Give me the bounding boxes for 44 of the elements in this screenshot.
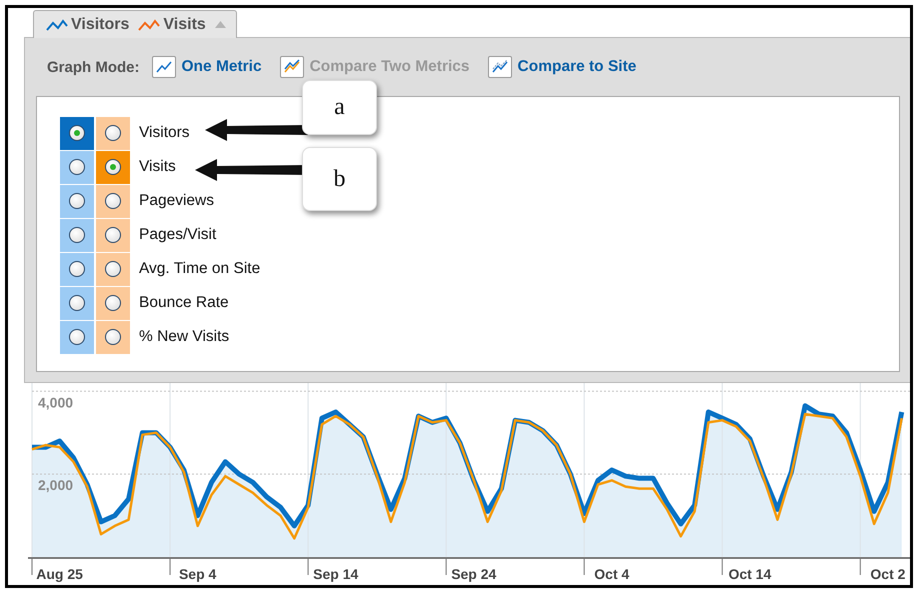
line-chart-icon bbox=[46, 18, 68, 30]
radio-button[interactable] bbox=[105, 227, 121, 243]
graph-mode-link[interactable]: One Metric bbox=[182, 58, 262, 76]
line-chart-icon bbox=[138, 18, 160, 30]
metric-label: Visits bbox=[139, 158, 176, 176]
x-axis-label: Sep 4 bbox=[178, 566, 216, 582]
x-axis-label: Oct 4 bbox=[594, 566, 630, 582]
tab-label: Visits bbox=[163, 16, 206, 34]
graph-mode-label: Graph Mode: bbox=[47, 58, 140, 76]
tab-label: Visitors bbox=[71, 16, 130, 34]
x-axis-label: Sep 24 bbox=[451, 566, 496, 582]
radio-button[interactable] bbox=[69, 295, 85, 311]
radio-button[interactable] bbox=[69, 329, 85, 345]
x-axis-label: Oct 2 bbox=[870, 566, 906, 582]
radio-button[interactable] bbox=[69, 227, 85, 243]
metric-label: % New Visits bbox=[139, 328, 230, 346]
metric-label: Bounce Rate bbox=[139, 294, 229, 312]
radio-button[interactable] bbox=[105, 125, 121, 141]
metric-tab[interactable]: Visitors Visits bbox=[33, 10, 237, 38]
radio-button[interactable] bbox=[69, 193, 85, 209]
x-axis-label: Sep 14 bbox=[313, 566, 358, 582]
metric-label: Avg. Time on Site bbox=[139, 260, 260, 278]
chart-icon[interactable] bbox=[152, 56, 176, 78]
x-axis-label: Aug 25 bbox=[36, 566, 83, 582]
radio-button[interactable] bbox=[69, 125, 85, 141]
radio-button[interactable] bbox=[105, 193, 121, 209]
chart-icon[interactable] bbox=[280, 56, 304, 78]
callout-label: a bbox=[302, 80, 377, 135]
radio-button[interactable] bbox=[105, 159, 121, 175]
y-axis-label: 2,000 bbox=[38, 477, 74, 494]
graph-mode-link[interactable]: Compare to Site bbox=[518, 58, 636, 76]
radio-button[interactable] bbox=[105, 329, 121, 345]
metric-label: Visitors bbox=[139, 124, 190, 142]
callout-label: b bbox=[302, 147, 377, 211]
caret-icon bbox=[214, 21, 226, 28]
metric-label: Pages/Visit bbox=[139, 226, 216, 244]
radio-button[interactable] bbox=[69, 159, 85, 175]
chart-icon[interactable] bbox=[488, 56, 512, 78]
radio-button[interactable] bbox=[105, 261, 121, 277]
y-axis-label: 4,000 bbox=[38, 394, 74, 410]
x-axis-label: Oct 14 bbox=[728, 566, 772, 582]
metric-label: Pageviews bbox=[139, 192, 214, 210]
radio-button[interactable] bbox=[105, 295, 121, 311]
radio-button[interactable] bbox=[69, 261, 85, 277]
